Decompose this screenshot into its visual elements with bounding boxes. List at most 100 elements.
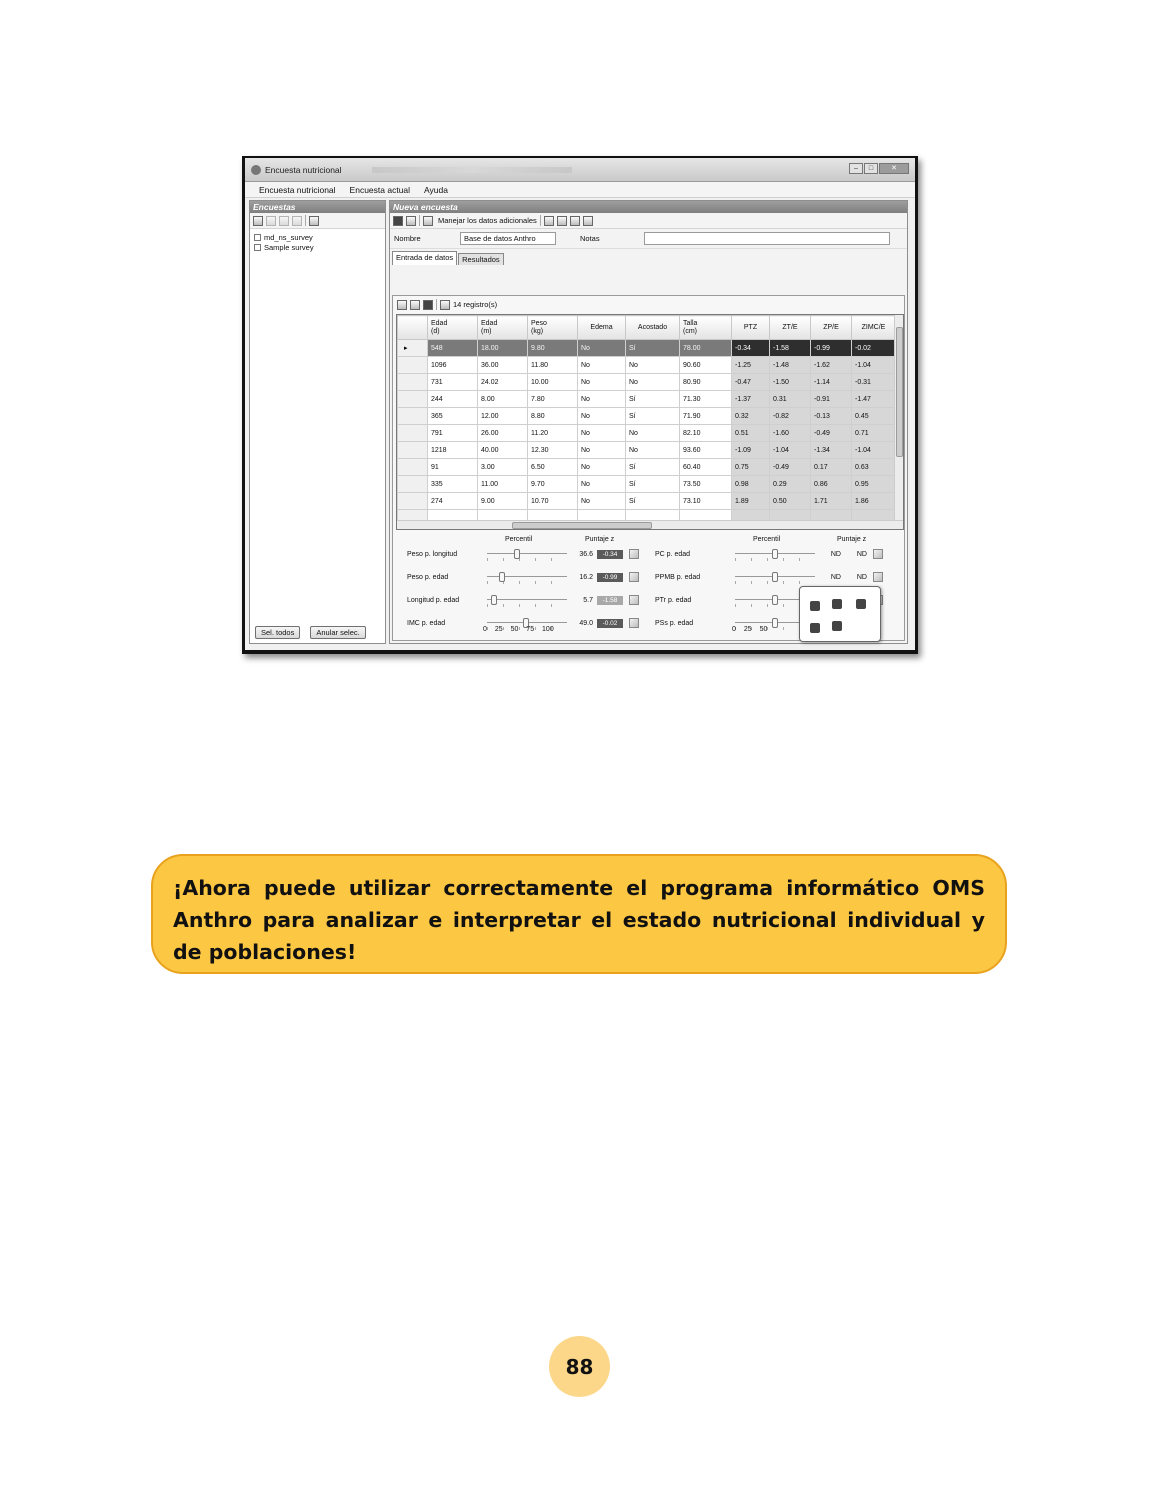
table-cell[interactable]: -1.37 <box>731 390 770 408</box>
column-header[interactable]: Edad (d) <box>427 315 478 340</box>
table-cell[interactable]: No <box>577 475 626 493</box>
slider-knob[interactable] <box>772 595 778 605</box>
row-selector[interactable] <box>397 492 428 510</box>
table-cell[interactable]: No <box>577 390 626 408</box>
table-cell[interactable]: Sí <box>625 492 680 510</box>
table-cell[interactable]: -0.02 <box>851 339 896 357</box>
report-icon[interactable] <box>556 215 567 226</box>
column-header[interactable]: Edema <box>577 315 626 340</box>
table-cell[interactable]: -1.60 <box>769 424 811 442</box>
table-cell[interactable]: 791 <box>427 424 478 442</box>
table-cell[interactable]: 36.00 <box>477 356 528 374</box>
table-cell[interactable]: Sí <box>625 475 680 493</box>
table-cell[interactable]: 9.80 <box>527 339 578 357</box>
row-selector[interactable] <box>397 407 428 425</box>
table-cell[interactable]: No <box>577 458 626 476</box>
table-cell[interactable]: 12.30 <box>527 441 578 459</box>
list-item[interactable]: md_ns_survey <box>254 232 381 242</box>
minimize-icon[interactable]: – <box>849 163 863 174</box>
table-cell[interactable]: -1.04 <box>851 356 896 374</box>
table-cell[interactable]: 0.86 <box>810 475 852 493</box>
select-all-button[interactable]: Sel. todos <box>255 626 301 639</box>
table-cell[interactable]: Sí <box>625 407 680 425</box>
table-cell[interactable]: 8.80 <box>527 407 578 425</box>
table-cell[interactable]: No <box>625 356 680 374</box>
percentile-slider[interactable] <box>487 549 567 561</box>
table-cell[interactable]: 18.00 <box>477 339 528 357</box>
table-cell[interactable]: No <box>577 339 626 357</box>
column-header[interactable]: ZIMC/E <box>851 315 896 340</box>
open-survey-icon[interactable] <box>266 215 276 226</box>
table-cell[interactable]: -0.49 <box>769 458 811 476</box>
add-record-icon[interactable] <box>397 299 407 310</box>
slider-knob[interactable] <box>772 549 778 559</box>
name-field[interactable]: Base de datos Anthro <box>460 232 556 245</box>
table-cell[interactable]: 1218 <box>427 441 478 459</box>
table-cell[interactable]: 0.29 <box>769 475 811 493</box>
table-cell[interactable]: 0.95 <box>851 475 896 493</box>
table-cell[interactable]: 365 <box>427 407 478 425</box>
table-cell[interactable]: 0.98 <box>731 475 770 493</box>
scroll-thumb[interactable] <box>896 327 903 457</box>
table-cell[interactable]: 731 <box>427 373 478 391</box>
table-row[interactable]: 1218 40.00 12.30 No No 93.60 -1.09 -1.04 -1.34 -1… <box>397 441 896 459</box>
copy-survey-icon[interactable] <box>292 215 302 226</box>
percentile-slider[interactable] <box>735 572 815 584</box>
table-cell[interactable]: 9.00 <box>477 492 528 510</box>
table-cell[interactable]: No <box>577 407 626 425</box>
table-cell[interactable]: -1.58 <box>769 339 811 357</box>
notes-field[interactable] <box>644 232 890 245</box>
table-cell[interactable]: 91 <box>427 458 478 476</box>
table-cell[interactable]: 80.90 <box>679 373 732 391</box>
column-header[interactable]: Edad (m) <box>477 315 528 340</box>
growth-chart-icon[interactable] <box>810 601 820 611</box>
table-cell[interactable]: 93.60 <box>679 441 732 459</box>
table-cell[interactable]: -0.13 <box>810 407 852 425</box>
table-cell[interactable]: 0.31 <box>769 390 811 408</box>
chart-icon[interactable] <box>629 618 639 628</box>
menu-encuesta-actual[interactable]: Encuesta actual <box>350 185 410 195</box>
table-cell[interactable]: -1.48 <box>769 356 811 374</box>
menu-ayuda[interactable]: Ayuda <box>424 185 448 195</box>
table-cell[interactable]: -0.31 <box>851 373 896 391</box>
column-header[interactable]: Peso (kg) <box>527 315 578 340</box>
table-cell[interactable]: -0.99 <box>810 339 852 357</box>
table-cell[interactable]: -0.82 <box>769 407 811 425</box>
table-cell[interactable]: Sí <box>625 339 680 357</box>
horizontal-scrollbar[interactable] <box>397 520 903 529</box>
row-selector[interactable] <box>397 373 428 391</box>
slider-knob[interactable] <box>772 618 778 628</box>
chart-icon[interactable] <box>629 595 639 605</box>
table-cell[interactable]: No <box>625 441 680 459</box>
table-cell[interactable]: -0.49 <box>810 424 852 442</box>
table-cell[interactable]: 8.00 <box>477 390 528 408</box>
slider-knob[interactable] <box>772 572 778 582</box>
table-cell[interactable]: -1.14 <box>810 373 852 391</box>
percentile-slider[interactable] <box>735 549 815 561</box>
table-cell[interactable]: No <box>625 373 680 391</box>
table-cell[interactable]: 335 <box>427 475 478 493</box>
row-selector[interactable] <box>397 424 428 442</box>
table-cell[interactable]: 0.32 <box>731 407 770 425</box>
tab-results[interactable]: Resultados <box>458 253 504 265</box>
chart-icon[interactable] <box>629 572 639 582</box>
table-row[interactable]: 274 9.00 10.70 No Sí 73.10 1.89 0.50 1.71 1.86 <box>397 492 896 510</box>
column-header[interactable]: PTZ <box>731 315 770 340</box>
table-row[interactable]: 335 11.00 9.70 No Sí 73.50 0.98 0.29 0.86 0.95 <box>397 475 896 493</box>
add-survey-icon[interactable] <box>253 215 263 226</box>
edit-chart-icon[interactable] <box>832 599 842 609</box>
table-row[interactable]: 731 24.02 10.00 No No 80.90 -0.47 -1.50 -1.14 -0.… <box>397 373 896 391</box>
chart-icon[interactable] <box>873 572 883 582</box>
table-cell[interactable]: 0.75 <box>731 458 770 476</box>
deselect-button[interactable]: Anular selec. <box>310 626 366 639</box>
percentile-slider[interactable] <box>487 572 567 584</box>
table-cell[interactable]: -1.04 <box>769 441 811 459</box>
slider-knob[interactable] <box>491 595 497 605</box>
delete-survey-icon[interactable] <box>279 215 289 226</box>
scroll-thumb[interactable] <box>512 522 652 529</box>
table-cell[interactable]: 0.17 <box>810 458 852 476</box>
menu-encuesta-nutricional[interactable]: Encuesta nutricional <box>259 185 336 195</box>
table-cell[interactable]: No <box>625 424 680 442</box>
table-cell[interactable]: 0.63 <box>851 458 896 476</box>
save-icon[interactable] <box>393 215 403 226</box>
